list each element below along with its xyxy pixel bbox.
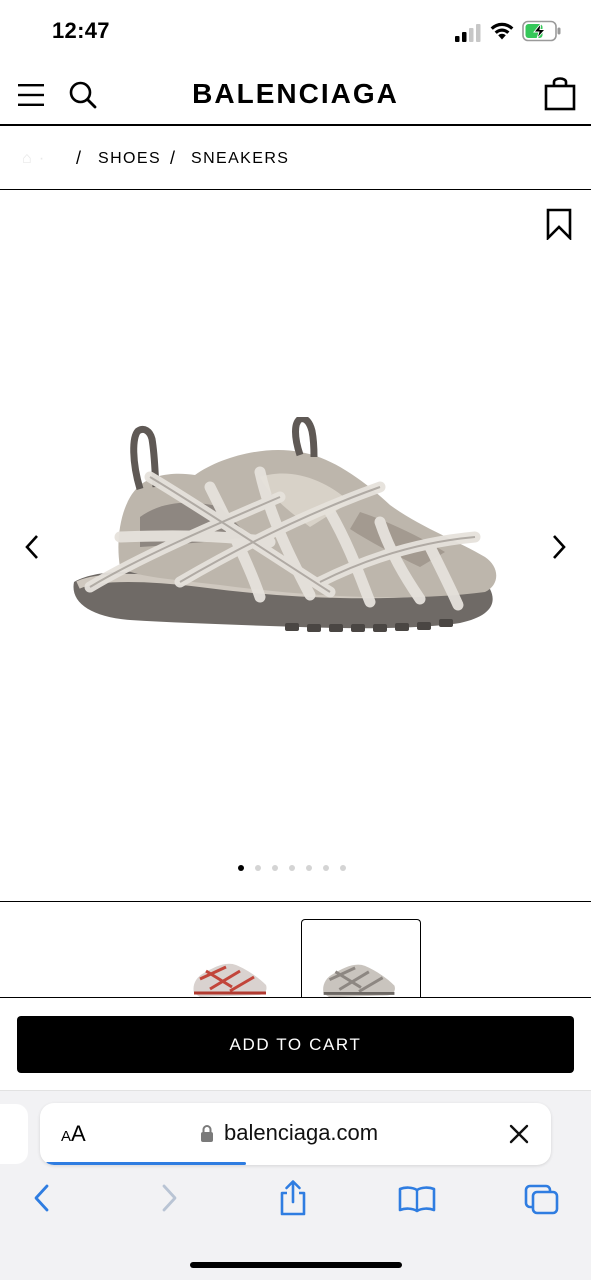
- url-text[interactable]: balenciaga.com: [224, 1120, 378, 1146]
- site-header: BALENCIAGA: [0, 62, 591, 126]
- bookmarks-book-icon[interactable]: [398, 1185, 436, 1213]
- close-icon[interactable]: [508, 1123, 530, 1145]
- carousel-dot[interactable]: [306, 865, 312, 871]
- shopping-bag-icon[interactable]: [544, 77, 576, 111]
- breadcrumb-separator: /: [170, 148, 177, 168]
- breadcrumb-home-faded[interactable]: ⌂ ·: [22, 150, 46, 168]
- wifi-icon: [490, 22, 514, 40]
- lock-icon: [201, 1125, 213, 1142]
- brand-logo[interactable]: BALENCIAGA: [0, 78, 591, 110]
- text-size-button[interactable]: AA: [61, 1121, 86, 1147]
- carousel-dot[interactable]: [272, 865, 278, 871]
- cellular-signal-icon: [455, 24, 481, 42]
- page-load-progress: [46, 1162, 246, 1165]
- chevron-left-icon[interactable]: [22, 534, 42, 560]
- breadcrumb: ⌂ · / SHOES / SNEAKERS: [0, 128, 591, 190]
- breadcrumb-sneakers[interactable]: SNEAKERS: [191, 150, 289, 168]
- thumbnail-grey-sneaker[interactable]: [301, 919, 421, 997]
- address-bar[interactable]: AA balenciaga.com: [40, 1103, 551, 1165]
- thumbnail-red-sneaker[interactable]: [170, 919, 290, 997]
- breadcrumb-separator: /: [76, 148, 83, 168]
- status-time: 12:47: [52, 18, 110, 43]
- previous-tab-preview[interactable]: [0, 1104, 28, 1164]
- back-chevron-icon[interactable]: [31, 1183, 51, 1213]
- thumbnail-strip: [0, 903, 591, 998]
- text-size-large-a: A: [71, 1121, 86, 1146]
- carousel-dot[interactable]: [255, 865, 261, 871]
- bookmark-icon[interactable]: [546, 208, 572, 240]
- browser-toolbar: AA balenciaga.com: [0, 1090, 591, 1280]
- home-indicator: [190, 1262, 402, 1268]
- breadcrumb-shoes[interactable]: SHOES: [98, 150, 161, 168]
- red-sneaker-thumbnail-image: [193, 963, 267, 997]
- share-icon[interactable]: [278, 1179, 308, 1217]
- sneaker-product-image: [73, 417, 497, 632]
- tabs-icon[interactable]: [524, 1184, 560, 1216]
- status-bar: 12:47: [0, 0, 591, 62]
- carousel-dot[interactable]: [289, 865, 295, 871]
- grey-sneaker-thumbnail-image: [323, 964, 395, 997]
- carousel-dots[interactable]: [238, 865, 346, 873]
- carousel-dot[interactable]: [340, 865, 346, 871]
- product-image-carousel[interactable]: [0, 192, 591, 902]
- battery-charging-icon: [522, 20, 561, 42]
- add-to-cart-button[interactable]: ADD TO CART: [17, 1016, 574, 1073]
- chevron-right-icon[interactable]: [549, 534, 569, 560]
- text-size-small-a: A: [61, 1128, 72, 1145]
- forward-chevron-icon[interactable]: [160, 1183, 180, 1213]
- carousel-dot[interactable]: [323, 865, 329, 871]
- carousel-dot[interactable]: [238, 865, 244, 871]
